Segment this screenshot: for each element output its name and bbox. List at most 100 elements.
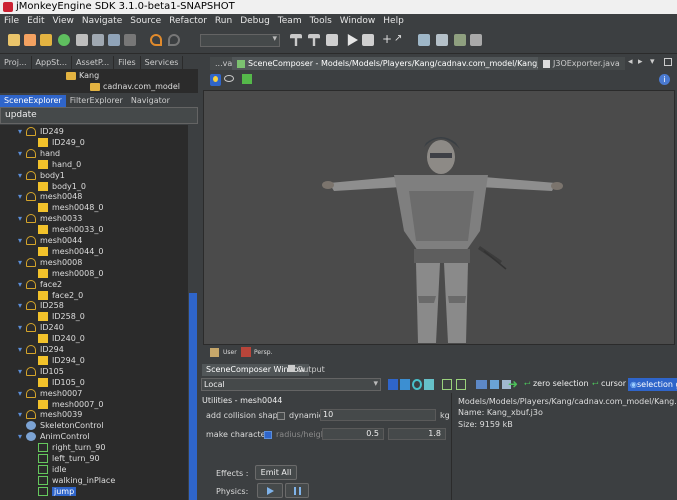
scene-tree-item[interactable]: ▾ mesh0007 xyxy=(18,388,82,399)
menu-source[interactable]: Source xyxy=(130,14,161,28)
scene-tree-scrollbar[interactable] xyxy=(188,125,198,500)
scene-tree-item[interactable]: ID249_0 xyxy=(30,137,85,148)
broom-icon[interactable] xyxy=(326,34,338,46)
menu-debug[interactable]: Debug xyxy=(240,14,270,28)
scene-tree-item[interactable]: right_turn_90 xyxy=(30,442,105,453)
truck-icon[interactable] xyxy=(470,34,482,46)
snap-grid-icon[interactable] xyxy=(456,379,466,390)
editor-tab-scene-composer[interactable]: SceneComposer - Models/Models/Players/Ka… xyxy=(232,57,588,70)
configuration-dropdown[interactable] xyxy=(200,34,280,47)
project-tree-item[interactable]: cadnav.com_model xyxy=(90,81,180,92)
menu-view[interactable]: View xyxy=(53,14,74,28)
undo-icon[interactable] xyxy=(150,34,162,46)
tab-output[interactable]: Output xyxy=(284,364,329,376)
move-tool-icon[interactable] xyxy=(400,379,410,390)
scene-tree-item[interactable]: face2_0 xyxy=(30,290,83,301)
scene-tree-item[interactable]: hand_0 xyxy=(30,159,81,170)
menu-run[interactable]: Run xyxy=(215,14,232,28)
maximize-icon[interactable] xyxy=(664,58,672,66)
cube-icon[interactable] xyxy=(242,74,252,84)
scene-tree-item[interactable]: ▾ mesh0048 xyxy=(18,191,82,202)
scene-tree-item[interactable]: ID258_0 xyxy=(30,311,85,322)
tab-left-1[interactable]: AppSt... xyxy=(32,56,73,69)
scene-viewport[interactable] xyxy=(203,90,675,345)
debug-icon[interactable] xyxy=(362,34,374,46)
make-character-checkbox[interactable] xyxy=(264,431,272,439)
save-icon[interactable] xyxy=(76,34,88,46)
camera-icon[interactable] xyxy=(476,380,487,389)
scene-tree-item[interactable]: ID105_0 xyxy=(30,377,85,388)
tab-left-3[interactable]: Files xyxy=(114,56,141,69)
scene-tree-item[interactable]: SkeletonControl xyxy=(18,420,104,431)
scene-tree-item[interactable]: ▾ AnimControl xyxy=(18,431,89,442)
perspective-icon[interactable] xyxy=(241,347,251,357)
menu-navigate[interactable]: Navigate xyxy=(82,14,122,28)
scene-tree-item[interactable]: ▾ hand xyxy=(18,148,60,159)
eye-icon[interactable] xyxy=(224,75,234,82)
menu-edit[interactable]: Edit xyxy=(27,14,44,28)
download-icon[interactable] xyxy=(58,34,70,46)
physics-pause-button[interactable] xyxy=(285,483,309,498)
light-bulb-icon[interactable] xyxy=(210,74,221,86)
clean-build-icon[interactable] xyxy=(308,34,320,46)
terrain-icon[interactable] xyxy=(454,34,466,46)
editor-tab-exporter[interactable]: J3OExporter.java xyxy=(538,57,625,70)
expand-arrow-icon[interactable]: ▾ xyxy=(18,170,26,181)
scene-tree-item[interactable]: ▾ ID105 xyxy=(18,366,64,377)
print-icon[interactable] xyxy=(124,34,136,46)
new-project-icon[interactable] xyxy=(24,34,36,46)
expand-arrow-icon[interactable]: ▾ xyxy=(18,300,26,311)
expand-arrow-icon[interactable]: ▾ xyxy=(18,322,26,333)
scene-tree-item[interactable]: ▾ ID294 xyxy=(18,344,64,355)
tab-navigator[interactable]: Navigator xyxy=(127,95,174,107)
scene-tree-item[interactable]: jump xyxy=(30,486,77,497)
hammer-icon[interactable] xyxy=(290,34,302,46)
expand-arrow-icon[interactable]: ▾ xyxy=(18,409,26,420)
scene-tree-item[interactable]: idle xyxy=(30,464,66,475)
project-tree-item[interactable]: Kang xyxy=(66,70,99,81)
tab-scene-explorer[interactable]: SceneExplorer xyxy=(0,95,66,107)
build-icon[interactable] xyxy=(92,34,104,46)
menu-tools[interactable]: Tools xyxy=(310,14,332,28)
scene-tree-item[interactable]: mesh0007_0 xyxy=(30,399,103,410)
scene-tree-item[interactable]: ▾ ID240 xyxy=(18,322,64,333)
add-icon[interactable]: + xyxy=(382,33,394,46)
expand-arrow-icon[interactable]: ▾ xyxy=(18,279,26,290)
selection-button[interactable]: ◉selection g xyxy=(628,378,677,391)
expand-arrow-icon[interactable]: ▾ xyxy=(18,344,26,355)
height-input[interactable]: 1.8 xyxy=(388,428,446,440)
scene-tree-item[interactable]: mesh0008_0 xyxy=(30,268,103,279)
tab-left-2[interactable]: AssetP... xyxy=(72,56,115,69)
tab-left-0[interactable]: Proj... xyxy=(0,56,32,69)
menu-file[interactable]: File xyxy=(4,14,19,28)
expand-arrow-icon[interactable]: ▾ xyxy=(18,366,26,377)
expand-arrow-icon[interactable]: ▾ xyxy=(18,431,26,442)
local-icon[interactable] xyxy=(490,380,499,389)
expand-arrow-icon[interactable]: ▾ xyxy=(18,148,26,159)
snap-icon[interactable] xyxy=(442,379,452,390)
scene-tree-item[interactable]: body1_0 xyxy=(30,181,86,192)
tab-filter-explorer[interactable]: FilterExplorer xyxy=(66,95,127,107)
redo-icon[interactable] xyxy=(168,34,180,46)
menu-refactor[interactable]: Refactor xyxy=(169,14,207,28)
rotate-tool-icon[interactable] xyxy=(412,379,422,390)
scene-tree-item[interactable]: ▾ mesh0039 xyxy=(18,409,82,420)
scene-tree-item[interactable]: ▾ mesh0033 xyxy=(18,213,82,224)
scene-tree-item[interactable]: ▾ mesh0008 xyxy=(18,257,82,268)
scene-tree-item[interactable]: ID240_0 xyxy=(30,333,85,344)
scene-tree-item[interactable]: mesh0033_0 xyxy=(30,224,103,235)
menu-window[interactable]: Window xyxy=(340,14,376,28)
scene-tree-item[interactable]: ▾ face2 xyxy=(18,279,62,290)
emit-all-button[interactable]: Emit All xyxy=(255,465,297,480)
scale-tool-icon[interactable] xyxy=(424,379,434,390)
dynamic-checkbox[interactable] xyxy=(277,412,285,420)
info-icon[interactable]: i xyxy=(659,74,670,85)
scene-tree-item[interactable]: ID294_0 xyxy=(30,355,85,366)
save-all-icon[interactable] xyxy=(108,34,120,46)
arrow-icon[interactable]: ↗ xyxy=(394,34,406,46)
select-tool-icon[interactable] xyxy=(388,379,398,390)
radius-input[interactable]: 0.5 xyxy=(322,428,384,440)
tab-left-4[interactable]: Services xyxy=(141,56,184,69)
scene-tree-item[interactable]: ▾ mesh0044 xyxy=(18,235,82,246)
new-file-icon[interactable] xyxy=(8,34,20,46)
